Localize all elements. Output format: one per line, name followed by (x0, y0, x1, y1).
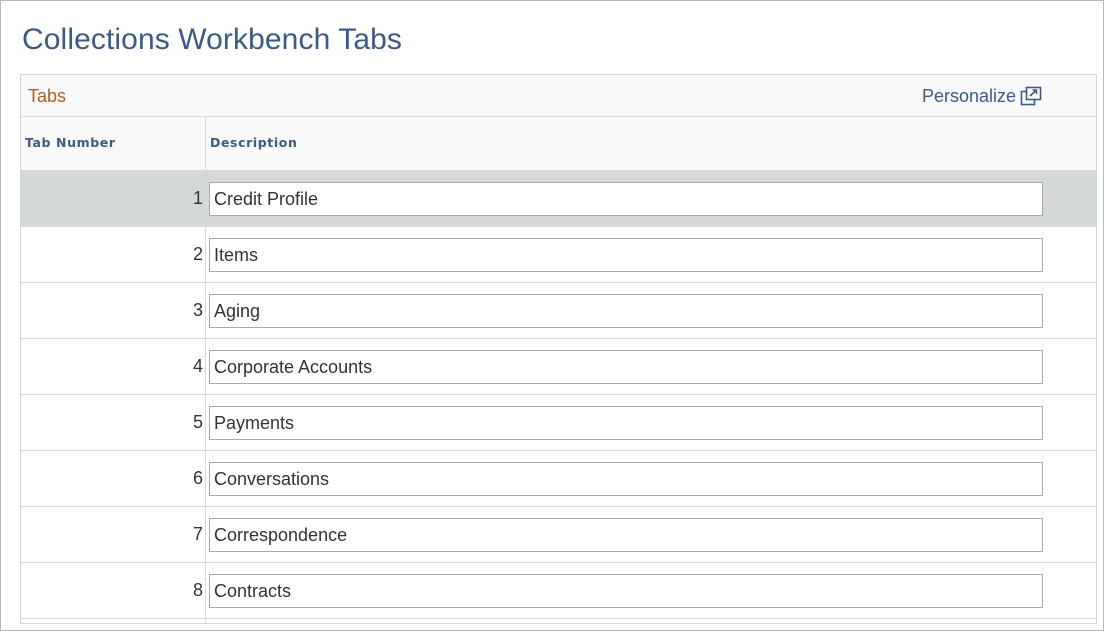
description-field[interactable] (209, 574, 1043, 608)
description-field[interactable] (209, 518, 1043, 552)
personalize-link[interactable]: Personalize (922, 86, 1016, 107)
tab-number-cell: 5 (192, 412, 203, 432)
page-frame: Collections Workbench Tabs Tabs Personal… (0, 0, 1104, 631)
page-title: Collections Workbench Tabs (22, 23, 403, 56)
table-row[interactable]: 8 (21, 563, 1096, 619)
table-row[interactable]: 1 (21, 171, 1096, 227)
tab-number-cell: 2 (192, 244, 203, 264)
column-header-tab-number[interactable]: Tab Number (25, 135, 116, 150)
table-row[interactable]: 3 (21, 283, 1096, 339)
table-row[interactable]: 5 (21, 395, 1096, 451)
tab-number-cell: 3 (192, 300, 203, 320)
description-field[interactable] (209, 238, 1043, 272)
tab-number-cell: 6 (192, 468, 203, 488)
table-row[interactable]: 2 (21, 227, 1096, 283)
table-row[interactable]: 7 (21, 507, 1096, 563)
grid-caption: Tabs (28, 86, 67, 106)
description-field[interactable] (209, 462, 1043, 496)
description-field[interactable] (209, 294, 1043, 328)
tab-number-cell: 4 (192, 356, 203, 376)
grid-rows: 1 2 3 4 5 6 7 8 (21, 171, 1096, 619)
popout-window-icon[interactable] (1018, 85, 1044, 107)
grid-header: Tabs Personalize | (21, 75, 1096, 117)
description-field[interactable] (209, 406, 1043, 440)
tab-number-cell: 8 (192, 580, 203, 600)
column-headers: Tab Number Description (21, 117, 1096, 171)
table-row[interactable]: 4 (21, 339, 1096, 395)
table-row[interactable]: 6 (21, 451, 1096, 507)
column-header-description[interactable]: Description (210, 135, 297, 150)
tab-number-cell: 1 (192, 188, 203, 208)
description-field[interactable] (209, 350, 1043, 384)
tab-number-cell: 7 (192, 524, 203, 544)
description-field[interactable] (209, 182, 1043, 216)
tabs-grid: Tabs Personalize | Tab Number Descriptio… (20, 74, 1097, 624)
